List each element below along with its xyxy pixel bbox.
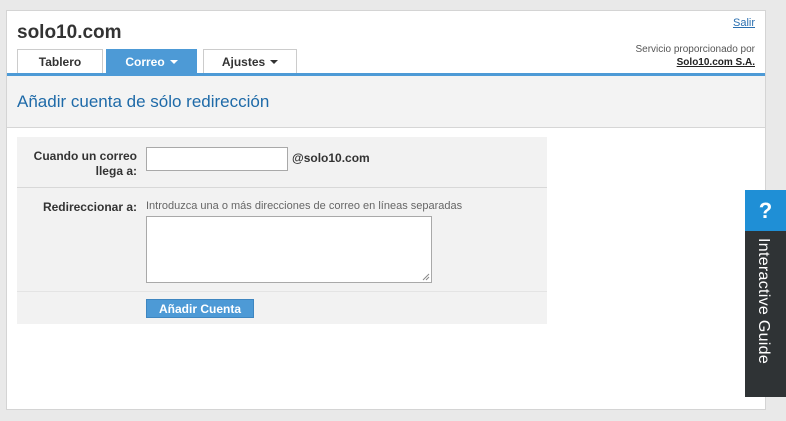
tab-label: Correo [125, 54, 165, 69]
interactive-guide-label: Interactive Guide [755, 238, 772, 365]
address-label-line1: Cuando un correo [33, 149, 137, 163]
tab-label: Ajustes [221, 54, 266, 69]
logout-link[interactable]: Salir [733, 17, 755, 29]
provider-company-link[interactable]: Solo10.com S.A. [635, 56, 755, 69]
page-title: Añadir cuenta de sólo redirección [17, 92, 270, 111]
page-heading-band: Añadir cuenta de sólo redirección [7, 76, 765, 128]
redirect-account-form: Cuando un correo llega a: @solo10.com Re… [17, 137, 547, 324]
redirect-label: Redireccionar a: [42, 200, 137, 214]
form-row-submit: Añadir Cuenta [17, 292, 547, 324]
address-input[interactable] [146, 147, 288, 171]
tab-tablero[interactable]: Tablero [17, 49, 103, 73]
redirect-hint: Introduzca una o más direcciones de corr… [146, 200, 463, 212]
tab-ajustes[interactable]: Ajustes [203, 49, 297, 73]
question-mark-icon[interactable]: ? [745, 190, 786, 231]
provider-text: Servicio proporcionado por [635, 44, 755, 55]
add-account-button[interactable]: Añadir Cuenta [146, 299, 254, 318]
address-label-line2: llega a: [95, 164, 137, 178]
provider-info: Servicio proporcionado por Solo10.com S.… [635, 43, 755, 69]
chevron-down-icon [169, 59, 178, 64]
form-row-address: Cuando un correo llega a: @solo10.com [17, 137, 547, 188]
site-title: solo10.com [17, 22, 122, 43]
tab-label: Tablero [38, 54, 82, 69]
main-panel: solo10.com Salir Servicio proporcionado … [6, 10, 766, 410]
address-label: Cuando un correo llega a: [34, 149, 137, 179]
form-row-redirect: Redireccionar a: Introduzca una o más di… [17, 188, 547, 292]
chevron-down-icon [270, 59, 279, 64]
redirect-textarea[interactable] [146, 216, 432, 283]
domain-suffix: @solo10.com [292, 151, 370, 165]
interactive-guide-tab[interactable]: ? Interactive Guide [745, 190, 786, 397]
resize-grip-icon[interactable] [422, 273, 430, 281]
tab-correo[interactable]: Correo [106, 49, 197, 73]
